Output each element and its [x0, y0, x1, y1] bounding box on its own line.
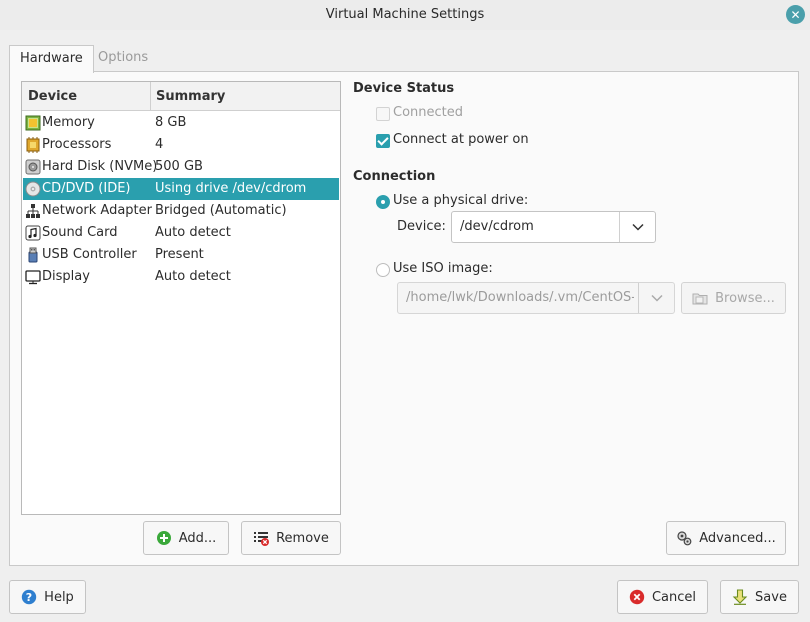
tab-options[interactable]: Options — [88, 45, 158, 72]
device-row-sound-card[interactable]: Sound Card Auto detect — [23, 222, 339, 244]
title-bar: Virtual Machine Settings ✕ — [0, 0, 810, 30]
add-icon — [156, 531, 171, 545]
connect-at-power-on-checkbox[interactable] — [376, 134, 390, 148]
help-icon: ? — [21, 589, 37, 605]
device-table: Device Summary Memory 8 GB Processors 4 … — [21, 81, 341, 515]
iso-path-value: /home/lwk/Downloads/.vm/CentOS-8 — [406, 290, 634, 305]
device-status-title: Device Status — [353, 81, 455, 96]
iso-image-label: Use ISO image: — [393, 261, 493, 276]
svg-text:?: ? — [26, 591, 32, 604]
device-row-cd-dvd[interactable]: CD/DVD (IDE) Using drive /dev/cdrom — [23, 178, 339, 200]
physical-drive-label: Use a physical drive: — [393, 193, 529, 208]
window-title: Virtual Machine Settings — [325, 7, 485, 22]
connected-label: Connected — [393, 105, 464, 120]
device-row-display[interactable]: Display Auto detect — [23, 266, 339, 288]
physical-drive-radio[interactable] — [376, 195, 390, 209]
save-button[interactable]: Save — [720, 580, 799, 614]
iso-image-radio[interactable] — [376, 263, 390, 277]
device-select-value: /dev/cdrom — [460, 219, 534, 234]
cancel-icon — [629, 589, 645, 605]
remove-device-button[interactable]: Remove — [241, 521, 341, 555]
device-row-network-adapter[interactable]: Network Adapter Bridged (Automatic) — [23, 200, 339, 222]
display-icon — [25, 270, 41, 285]
network-icon — [26, 204, 40, 218]
connect-at-power-on-label: Connect at power on — [393, 132, 529, 147]
hard-disk-icon — [25, 159, 41, 175]
advanced-button[interactable]: Advanced... — [666, 521, 786, 555]
chevron-down-icon[interactable] — [619, 212, 655, 242]
processor-icon — [26, 137, 40, 153]
iso-path-select[interactable]: /home/lwk/Downloads/.vm/CentOS-8 — [397, 282, 675, 314]
chevron-down-icon[interactable] — [638, 283, 674, 313]
close-icon: ✕ — [790, 7, 801, 22]
gears-icon — [677, 531, 692, 546]
save-arrow-icon — [732, 589, 748, 605]
sound-card-icon — [25, 225, 41, 241]
device-label: Device: — [397, 219, 446, 234]
usb-icon — [28, 247, 38, 263]
cancel-button[interactable]: Cancel — [617, 580, 708, 614]
tab-hardware[interactable]: Hardware — [9, 45, 94, 73]
remove-list-icon — [254, 532, 270, 546]
device-row-usb-controller[interactable]: USB Controller Present — [23, 244, 339, 266]
help-button[interactable]: ? Help — [9, 580, 86, 614]
connection-title: Connection — [353, 169, 436, 184]
device-row-hard-disk[interactable]: Hard Disk (NVMe) 500 GB — [23, 156, 339, 178]
column-header-summary[interactable]: Summary — [151, 82, 340, 111]
device-row-memory[interactable]: Memory 8 GB — [23, 112, 339, 134]
cd-dvd-icon — [25, 181, 41, 197]
close-window-button[interactable]: ✕ — [786, 5, 805, 24]
browse-button[interactable]: Browse... — [681, 282, 786, 314]
connected-checkbox[interactable] — [376, 107, 390, 121]
folder-icon — [692, 293, 708, 305]
device-select[interactable]: /dev/cdrom — [451, 211, 656, 243]
column-header-device[interactable]: Device — [22, 82, 151, 111]
memory-icon — [25, 115, 41, 131]
add-device-button[interactable]: Add... — [143, 521, 229, 555]
device-row-processors[interactable]: Processors 4 — [23, 134, 339, 156]
